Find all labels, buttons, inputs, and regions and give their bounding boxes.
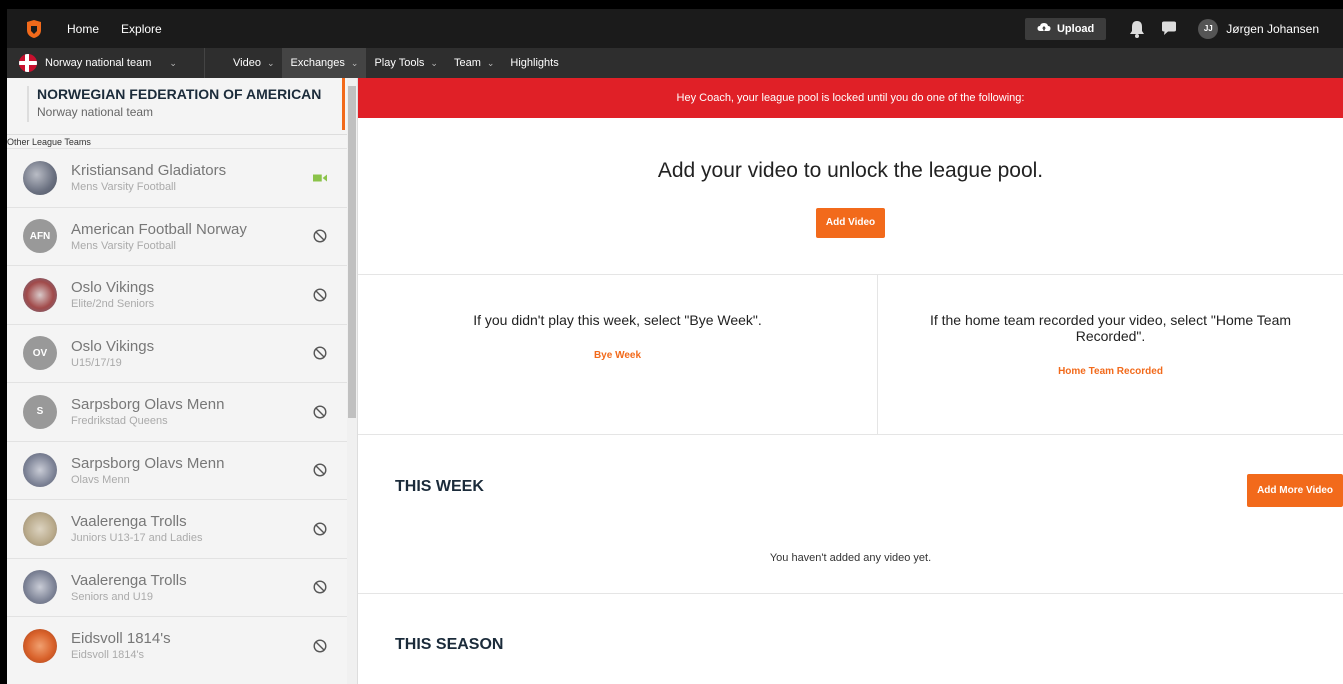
this-week-title: THIS WEEK: [395, 478, 484, 495]
video-icon: [313, 171, 327, 185]
hudl-logo-icon[interactable]: [23, 18, 45, 40]
chevron-down-icon: ⌄: [486, 57, 495, 68]
norway-flag-icon: [19, 54, 37, 72]
active-indicator: [342, 78, 345, 130]
this-week-section: THIS WEEK Add More Video You haven't add…: [358, 435, 1343, 594]
tab-play-tools[interactable]: Play Tools ⌄: [366, 48, 445, 78]
tab-highlights[interactable]: Highlights: [502, 48, 566, 78]
team-avatar: [23, 160, 57, 195]
locked-alert-banner: Hey Coach, your league pool is locked un…: [358, 78, 1343, 118]
nav-explore[interactable]: Explore: [121, 22, 162, 36]
top-bar: Home Explore Upload JJ Jørgen Johansen: [7, 9, 1343, 48]
team-selector-label: Norway national team: [45, 57, 152, 69]
chevron-down-icon: ⌄: [430, 57, 438, 68]
bye-week-link[interactable]: Bye Week: [594, 350, 641, 361]
tab-video-label: Video: [233, 57, 261, 69]
blocked-icon: [313, 405, 327, 419]
divider: [27, 86, 29, 122]
list-item[interactable]: AFN American Football Norway Mens Varsity…: [7, 206, 357, 266]
sub-nav: Norway national team ⌄ Video ⌄ Exchanges ⌄…: [7, 48, 1343, 78]
home-team-text: If the home team recorded your video, se…: [929, 312, 1292, 344]
blocked-icon: [313, 522, 327, 536]
tab-team[interactable]: Team ⌄: [446, 48, 502, 78]
add-more-video-button[interactable]: Add More Video: [1247, 474, 1343, 507]
list-item[interactable]: Vaalerenga Trolls Juniors U13-17 and Ladi…: [7, 499, 357, 558]
tab-exchanges-label: Exchanges: [290, 57, 345, 69]
home-team-recorded-link[interactable]: Home Team Recorded: [1058, 366, 1163, 377]
upload-button[interactable]: Upload: [1024, 17, 1107, 40]
team-avatar: [23, 453, 57, 488]
chevron-down-icon: ⌄: [266, 57, 275, 68]
team-avatar: [23, 277, 57, 312]
user-name[interactable]: Jørgen Johansen: [1226, 22, 1319, 36]
list-item[interactable]: Kristiansand Gladiators Mens Varsity Foot…: [7, 148, 357, 207]
list-item[interactable]: OV Oslo Vikings U15/17/19: [7, 323, 357, 383]
tab-highlights-label: Highlights: [510, 57, 559, 69]
chevron-down-icon: ⌄: [350, 57, 359, 68]
list-item[interactable]: Eidsvoll 1814's Eidsvoll 1814's: [7, 616, 357, 675]
list-item[interactable]: Oslo Vikings Elite/2nd Seniors: [7, 265, 357, 324]
team-avatar: [23, 511, 57, 546]
team-list: Kristiansand Gladiators Mens Varsity Foot…: [7, 148, 357, 675]
league-sidebar: NORWEGIAN FEDERATION OF AMERICAN Norway …: [7, 78, 358, 684]
unlock-options: If you didn't play this week, select "By…: [358, 275, 1343, 435]
blocked-icon: [313, 580, 327, 594]
tab-team-label: Team: [453, 57, 481, 69]
nav-home[interactable]: Home: [67, 22, 99, 36]
tab-play-tools-label: Play Tools: [374, 57, 425, 69]
team-avatar: S: [23, 394, 57, 429]
unlock-section: Add your video to unlock the league pool…: [358, 118, 1343, 275]
team-avatar: AFN: [23, 219, 57, 254]
blocked-icon: [313, 639, 327, 653]
tab-exchanges[interactable]: Exchanges ⌄: [282, 48, 367, 78]
main-content: Hey Coach, your league pool is locked un…: [358, 78, 1343, 684]
scrollbar-thumb[interactable]: [348, 86, 356, 418]
this-season-title: THIS SEASON: [395, 636, 504, 653]
blocked-icon: [313, 463, 327, 477]
team-avatar: [23, 628, 57, 663]
chevron-down-icon: ⌄: [169, 57, 177, 68]
this-season-section: THIS SEASON: [358, 594, 1343, 684]
app-window: Home Explore Upload JJ Jørgen Johansen N…: [7, 9, 1343, 684]
unlock-title: Add your video to unlock the league pool…: [657, 159, 1044, 182]
list-item[interactable]: S Sarpsborg Olavs Menn Fredrikstad Queens: [7, 382, 357, 441]
empty-video-message: You haven't added any video yet.: [769, 552, 932, 564]
list-item[interactable]: Vaalerenga Trolls Seniors and U19: [7, 557, 357, 617]
tab-video[interactable]: Video ⌄: [225, 48, 282, 78]
upload-label: Upload: [1056, 22, 1095, 35]
blocked-icon: [313, 229, 327, 243]
federation-subtitle: Norway national team: [37, 105, 154, 119]
home-team-option: If the home team recorded your video, se…: [878, 275, 1343, 434]
chat-bubble-icon[interactable]: [1158, 18, 1180, 40]
team-avatar: OV: [23, 336, 57, 371]
blocked-icon: [313, 346, 327, 360]
add-video-button[interactable]: Add Video: [815, 208, 886, 238]
user-avatar[interactable]: JJ: [1198, 18, 1219, 39]
list-item[interactable]: Sarpsborg Olavs Menn Olavs Menn: [7, 440, 357, 500]
bye-week-text: If you didn't play this week, select "By…: [473, 312, 762, 328]
other-league-teams-header: Other League Teams: [7, 134, 357, 148]
blocked-icon: [313, 288, 327, 302]
cloud-upload-icon: [1037, 22, 1051, 35]
team-avatar: [23, 570, 57, 605]
team-selector[interactable]: Norway national team ⌄: [7, 48, 205, 78]
federation-title: NORWEGIAN FEDERATION OF AMERICAN: [37, 86, 322, 102]
federation-header[interactable]: NORWEGIAN FEDERATION OF AMERICAN Norway …: [7, 78, 357, 134]
bye-week-option: If you didn't play this week, select "By…: [358, 275, 878, 434]
sidebar-scrollbar[interactable]: [347, 78, 357, 684]
bell-icon[interactable]: [1126, 18, 1148, 40]
